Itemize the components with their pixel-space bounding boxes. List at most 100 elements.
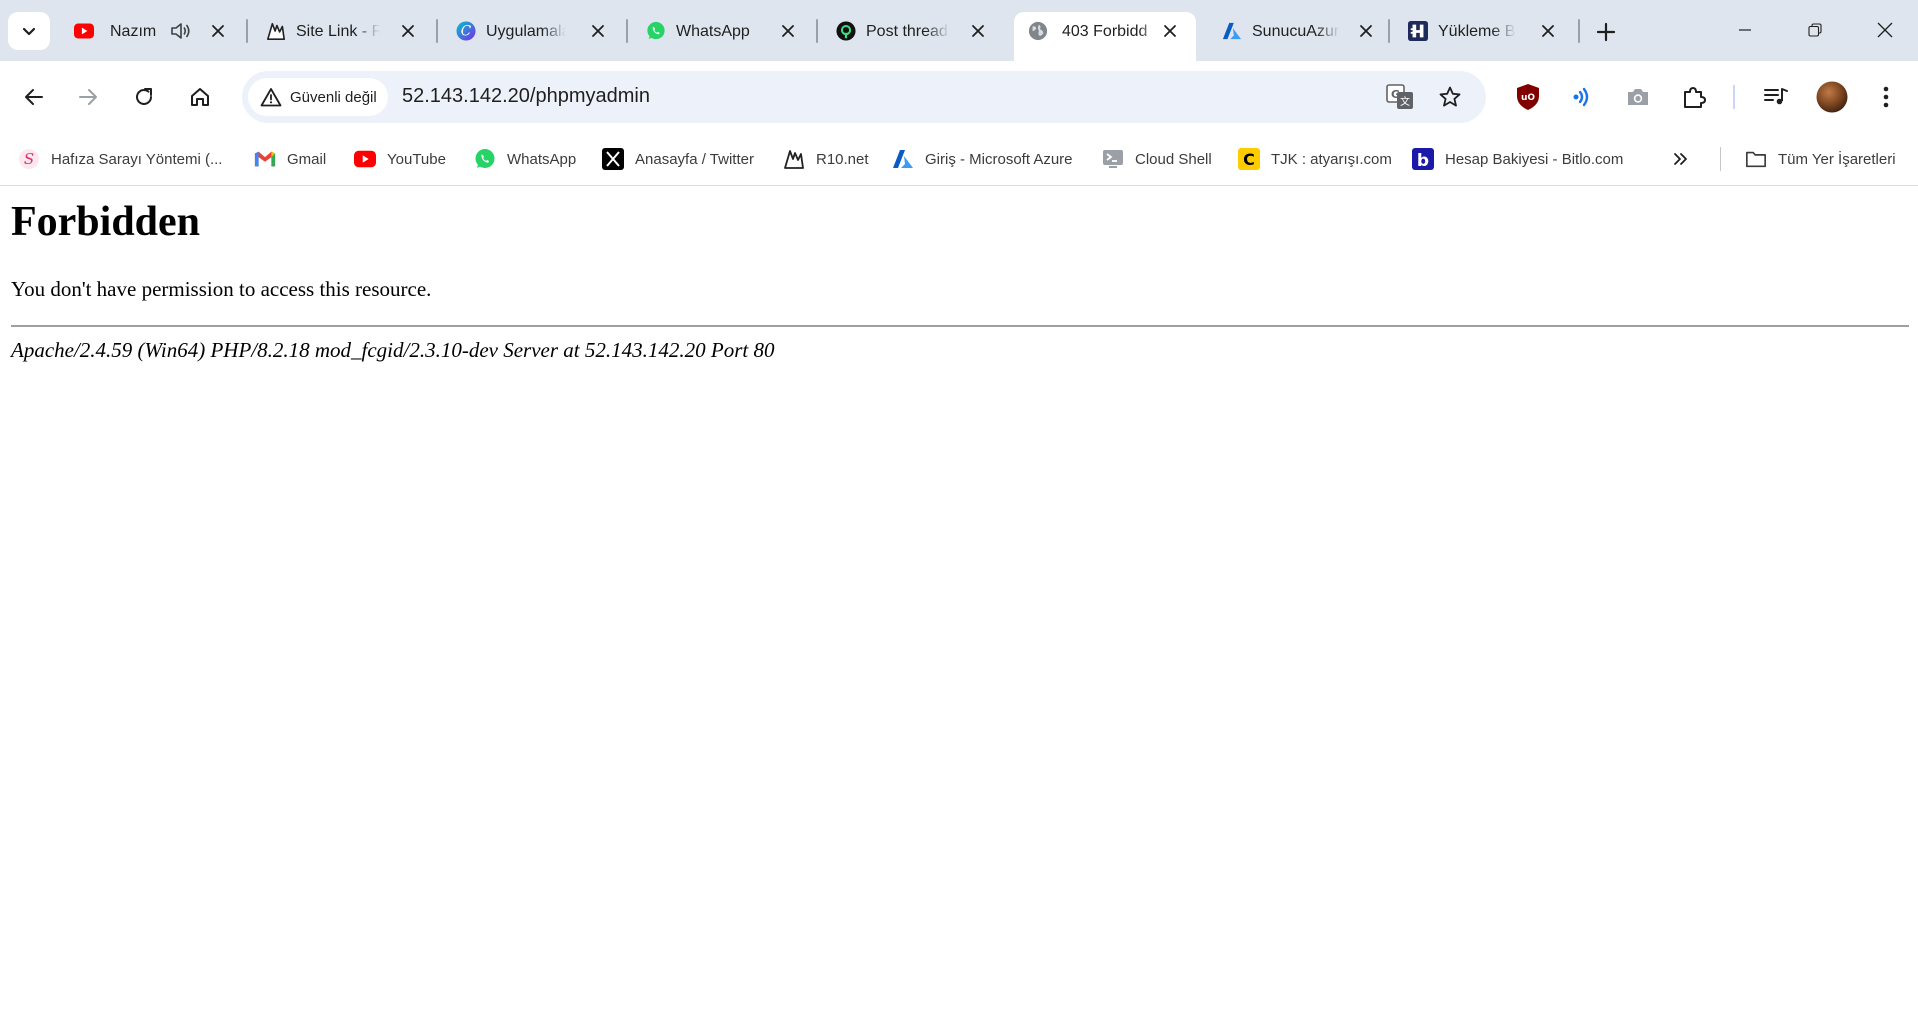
divider	[11, 325, 1909, 327]
bookmarks-bar: S Hafıza Sarayı Yöntemi (... Gmail YouTu…	[0, 133, 1918, 186]
translate-button[interactable]: G文	[1384, 81, 1416, 113]
reload-icon	[136, 88, 152, 105]
bookmark-label: TJK : atyarışı.com	[1271, 150, 1392, 168]
close-icon[interactable]	[206, 19, 230, 43]
menu-button[interactable]	[1866, 77, 1906, 117]
reload-button[interactable]	[124, 77, 164, 117]
gmail-icon	[254, 148, 276, 170]
bookmark-azure[interactable]: Giriş - Microsoft Azure	[892, 145, 1073, 173]
bookmarks-overflow-button[interactable]	[1672, 145, 1690, 173]
whatsapp-icon	[474, 148, 496, 170]
svg-text:文: 文	[1400, 95, 1410, 108]
wireless-icon	[1573, 87, 1589, 107]
more-vert-icon	[1883, 86, 1889, 108]
bookmark-label: R10.net	[816, 150, 869, 168]
error-message: You don't have permission to access this…	[11, 277, 432, 301]
speaker-icon[interactable]	[170, 21, 192, 41]
azure-icon	[1222, 21, 1242, 41]
back-button[interactable]	[14, 77, 54, 117]
forward-button[interactable]	[68, 77, 108, 117]
ublock-extension[interactable]: uO	[1508, 77, 1548, 117]
close-icon[interactable]	[1354, 19, 1378, 43]
tab-site-link[interactable]: Site Link - R	[252, 12, 432, 50]
url-text[interactable]: 52.143.142.20/phpmyadmin	[402, 85, 650, 108]
close-icon[interactable]	[586, 19, 610, 43]
avatar-icon	[1816, 81, 1848, 113]
page-heading: Forbidden	[11, 199, 201, 245]
new-tab-button[interactable]	[1590, 16, 1622, 48]
whatsapp-icon	[646, 21, 666, 41]
globe-icon	[1028, 21, 1048, 41]
tab-azure[interactable]: SunucuAzur	[1208, 12, 1388, 50]
broadcast-extension[interactable]	[1562, 77, 1602, 117]
close-window-button[interactable]	[1862, 12, 1908, 48]
svg-text:S: S	[24, 150, 34, 168]
canva-icon: C	[456, 21, 476, 41]
home-icon	[191, 88, 209, 106]
home-button[interactable]	[180, 77, 220, 117]
bookmark-star-button[interactable]	[1434, 81, 1466, 113]
svg-text:b: b	[1417, 151, 1429, 170]
bookmark-whatsapp[interactable]: WhatsApp	[474, 145, 576, 173]
restore-icon	[1808, 23, 1822, 37]
minimize-icon	[1739, 29, 1751, 31]
close-icon[interactable]	[966, 19, 990, 43]
r10-icon	[783, 148, 805, 170]
svg-text:C: C	[461, 24, 472, 40]
tab-hostinger[interactable]: Yükleme Ba	[1394, 12, 1574, 50]
tab-403-forbidden[interactable]: 403 Forbidd	[1014, 12, 1196, 61]
restore-button[interactable]	[1792, 12, 1838, 48]
svg-text:uO: uO	[1521, 93, 1535, 103]
extensions-button[interactable]	[1674, 77, 1714, 117]
bookmark-tjk[interactable]: C TJK : atyarışı.com	[1238, 145, 1392, 173]
tjk-icon: C	[1238, 148, 1260, 170]
puzzle-icon	[1684, 87, 1706, 108]
threads-icon	[836, 21, 856, 41]
cloud-shell-icon	[1102, 148, 1124, 170]
bookmark-label: Hafıza Sarayı Yöntemi (...	[51, 150, 223, 168]
bookmark-label: Giriş - Microsoft Azure	[925, 150, 1073, 168]
tab-youtube[interactable]: Nazım	[60, 12, 240, 50]
bookmark-label: Anasayfa / Twitter	[635, 150, 754, 168]
bookmark-bitlo[interactable]: b Hesap Bakiyesi - Bitlo.com	[1412, 145, 1623, 173]
all-bookmarks-label: Tüm Yer İşaretleri	[1778, 150, 1896, 168]
bookmark-label: WhatsApp	[507, 150, 577, 168]
tab-search-button[interactable]	[8, 12, 50, 50]
bookmark-label: YouTube	[387, 150, 446, 168]
azure-icon	[892, 148, 914, 170]
bookmark-label: Cloud Shell	[1135, 150, 1212, 168]
camera-icon	[1628, 89, 1648, 105]
hafiza-icon: S	[18, 148, 40, 170]
security-chip[interactable]: Güvenli değil	[248, 78, 388, 116]
address-bar[interactable]: Güvenli değil 52.143.142.20/phpmyadmin G…	[242, 71, 1486, 123]
all-bookmarks-button[interactable]: Tüm Yer İşaretleri	[1745, 145, 1896, 173]
bitlo-icon: b	[1412, 148, 1434, 170]
tab-title: Nazım	[110, 23, 157, 40]
plus-icon	[1596, 22, 1616, 42]
close-icon[interactable]	[396, 19, 420, 43]
screenshot-extension[interactable]	[1618, 77, 1658, 117]
youtube-icon	[74, 21, 94, 41]
minimize-button[interactable]	[1722, 12, 1768, 48]
tab-canva[interactable]: C Uygulamala	[442, 12, 622, 50]
tab-strip: Nazım Site Link - R C Uygulamala WhatsAp…	[0, 0, 1918, 61]
bookmark-gmail[interactable]: Gmail	[254, 145, 326, 173]
close-icon[interactable]	[1536, 19, 1560, 43]
close-icon[interactable]	[776, 19, 800, 43]
tab-whatsapp[interactable]: WhatsApp	[632, 12, 812, 50]
bookmark-label: Gmail	[287, 150, 327, 168]
folder-icon	[1745, 148, 1767, 170]
bookmark-r10[interactable]: R10.net	[783, 145, 869, 173]
close-icon[interactable]	[1158, 19, 1182, 43]
bookmark-cloud-shell[interactable]: Cloud Shell	[1102, 145, 1212, 173]
playlist-music-icon	[1764, 88, 1788, 105]
bookmark-youtube[interactable]: YouTube	[354, 145, 446, 173]
security-label: Güvenli değil	[290, 88, 377, 106]
media-control-button[interactable]	[1756, 77, 1796, 117]
double-chevron-right-icon	[1674, 153, 1687, 165]
arrow-left-icon	[25, 89, 43, 105]
bookmark-twitter[interactable]: Anasayfa / Twitter	[602, 145, 754, 173]
bookmark-hafiza[interactable]: S Hafıza Sarayı Yöntemi (...	[18, 145, 222, 173]
tab-threads[interactable]: Post thread	[822, 12, 1002, 50]
profile-avatar[interactable]	[1812, 77, 1852, 117]
